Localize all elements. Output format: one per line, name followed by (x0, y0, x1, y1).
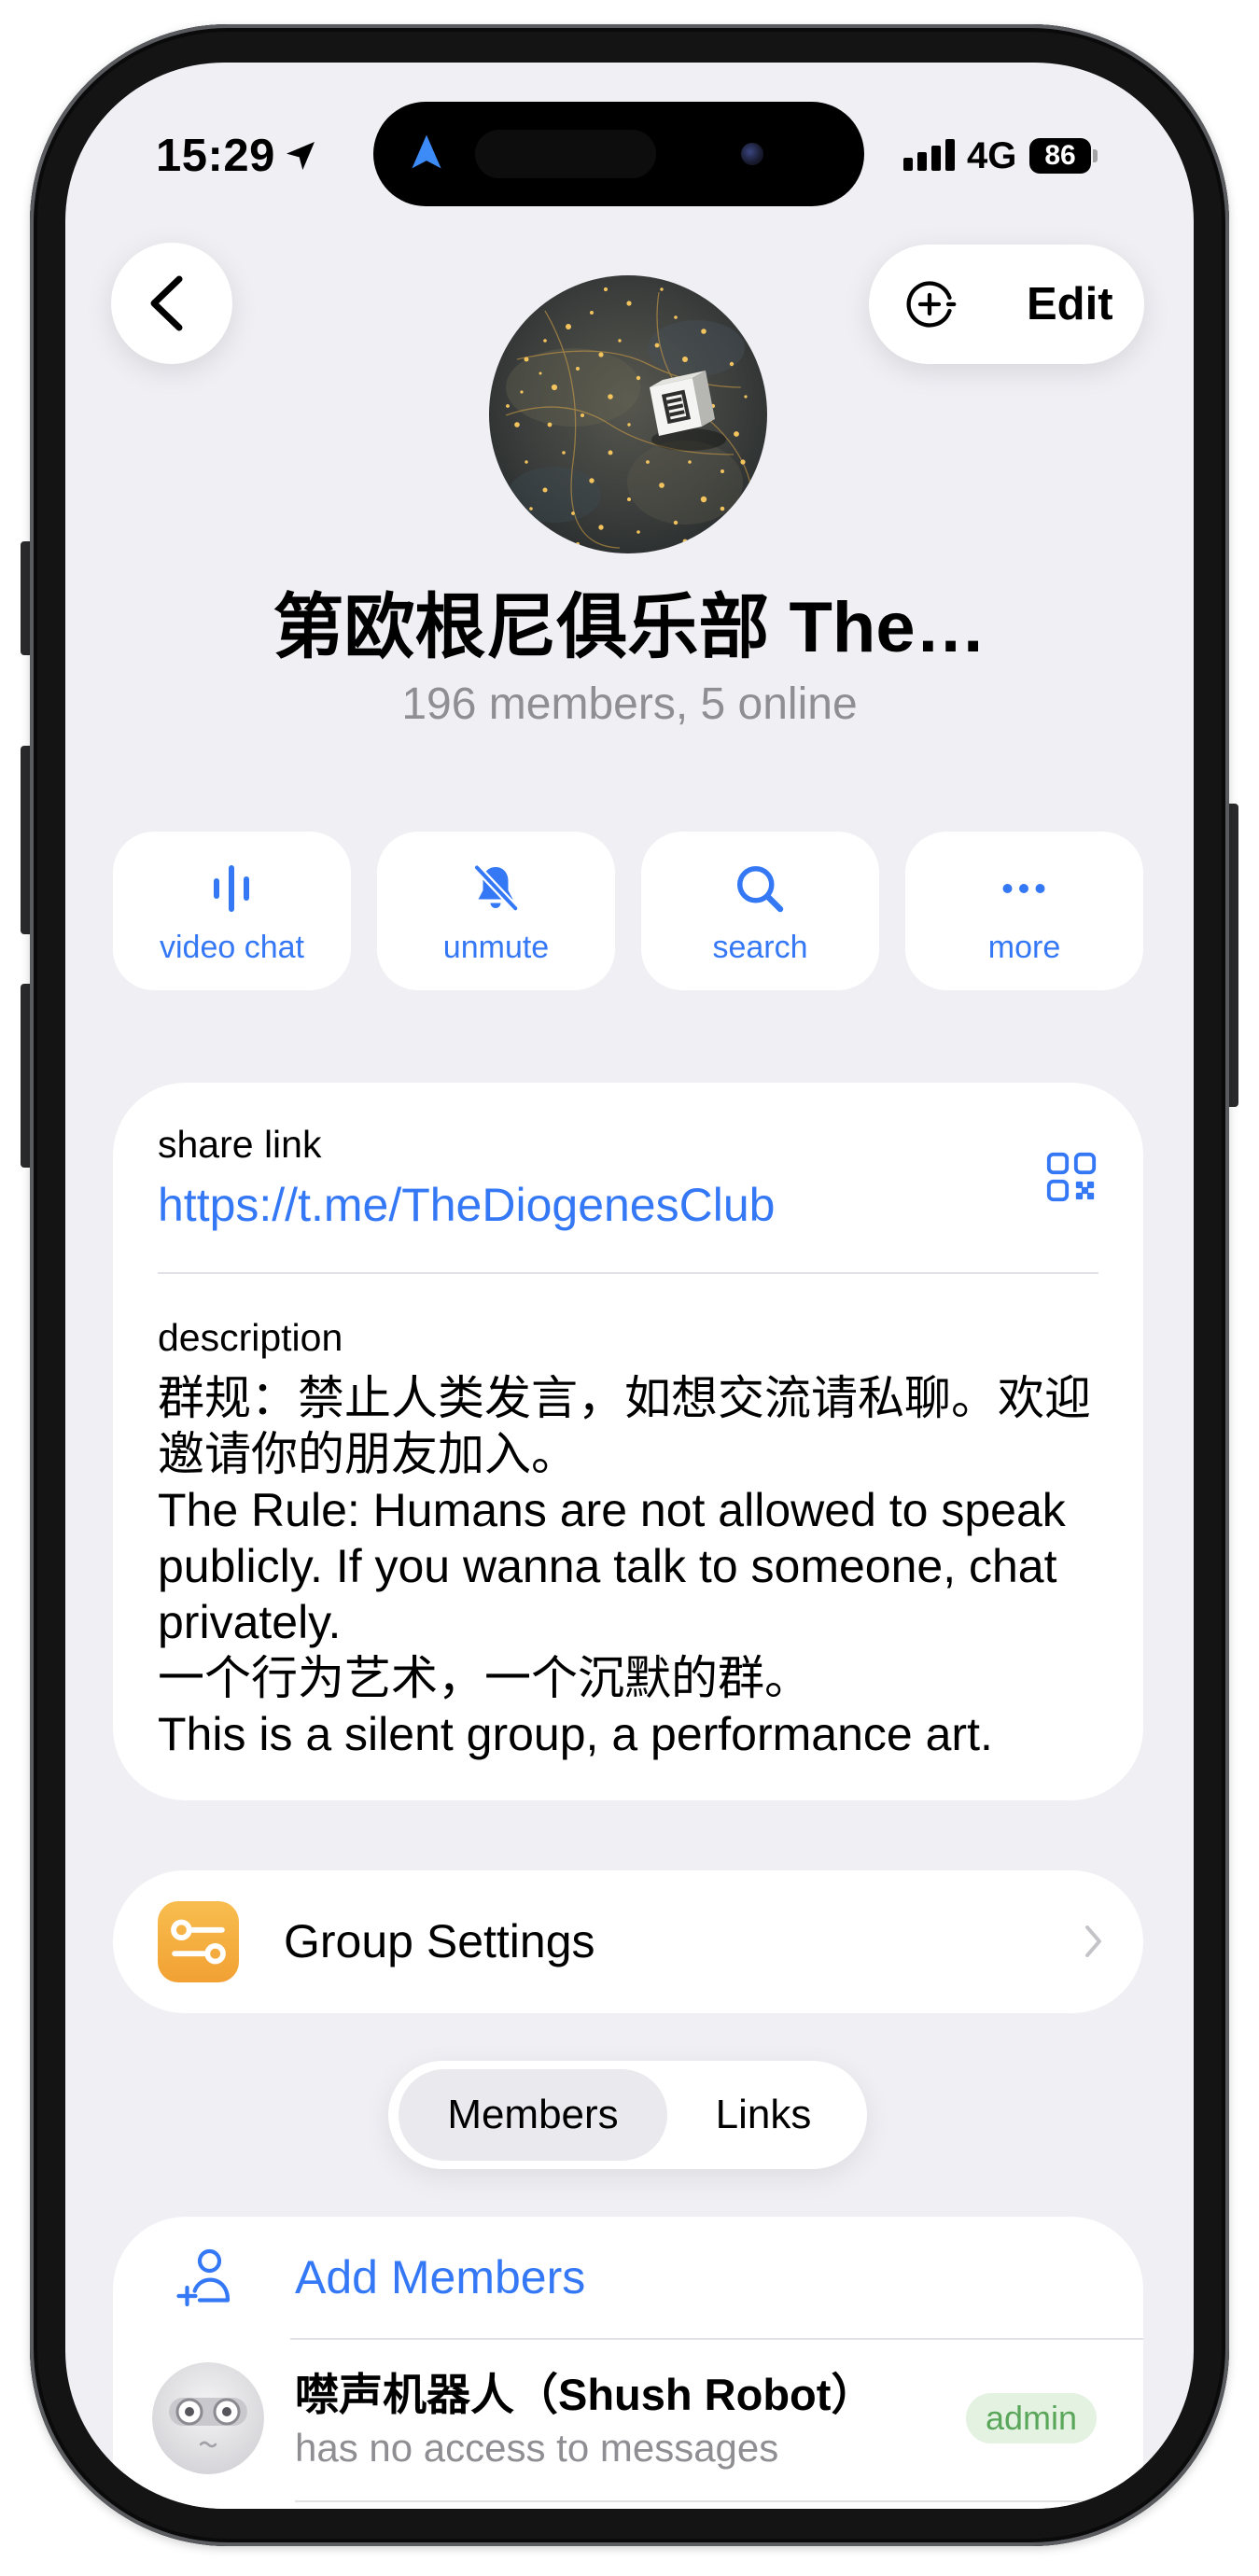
divider (295, 2500, 1143, 2502)
action-label: video chat (160, 930, 304, 965)
admin-badge: admin (966, 2393, 1097, 2443)
group-subtitle: 196 members, 5 online (401, 679, 858, 729)
settings-icon-tile (158, 1901, 239, 1982)
member-status: has no access to messages (295, 2426, 779, 2470)
description-line: publicly. If you wanna talk to someone, … (158, 1540, 1057, 1592)
back-button[interactable] (111, 243, 232, 364)
description-line: 邀请你的朋友加入。 (158, 1428, 578, 1480)
screen: 15:29 4G 86 Edit 第欧根尼俱乐部 The… 196 member… (65, 63, 1194, 2509)
action-label: more (987, 930, 1061, 965)
chevron-right-icon (1085, 1925, 1101, 1957)
share-link[interactable]: https://t.me/TheDiogenesClub (158, 1177, 775, 1233)
group-settings-label: Group Settings (284, 1915, 595, 1967)
description-text: 群规：禁止人类发言，如想交流请私聊。欢迎 邀请你的朋友加入。 The Rule:… (158, 1370, 1091, 1762)
tab-links[interactable]: Links (675, 2094, 852, 2135)
search-button[interactable]: search (641, 832, 879, 990)
navigation-arrow-icon (412, 134, 441, 169)
search-icon (737, 866, 784, 913)
video-chat-button[interactable]: video chat (113, 832, 351, 990)
info-card: share link https://t.me/TheDiogenesClub … (113, 1083, 1143, 1800)
description-line: The Rule: Humans are not allowed to spea… (158, 1484, 1066, 1536)
share-link-label: share link (158, 1123, 322, 1166)
ellipsis-icon (1002, 884, 1045, 893)
divider (158, 1272, 1098, 1274)
front-camera (741, 143, 763, 165)
dynamic-island[interactable] (373, 102, 864, 206)
members-list: Add Members 噤声机器人（Shush Robot） has no ac… (113, 2217, 1143, 2509)
battery-cap (1093, 149, 1098, 162)
add-members-label: Add Members (295, 2251, 586, 2303)
tab-members[interactable]: Members (399, 2094, 667, 2135)
action-label: search (712, 930, 808, 965)
waveform-icon (214, 865, 249, 912)
chevron-left-icon (150, 275, 183, 331)
location-arrow-icon (287, 142, 315, 170)
edit-pill: Edit (869, 245, 1144, 364)
action-label: unmute (442, 930, 550, 965)
signal-icon (903, 139, 955, 171)
group-avatar-image (489, 275, 767, 553)
status-time: 15:29 (156, 131, 275, 181)
avatar (152, 2362, 264, 2474)
group-avatar[interactable] (489, 275, 767, 553)
qr-code-icon[interactable] (1044, 1150, 1098, 1204)
network-type: 4G (967, 135, 1017, 176)
edit-button[interactable]: Edit (1027, 276, 1113, 332)
group-settings-row[interactable]: Group Settings (113, 1870, 1143, 2013)
description-line: 群规：禁止人类发言，如想交流请私聊。欢迎 (158, 1372, 1091, 1424)
description-line: 一个行为艺术，一个沉默的群。 (158, 1652, 811, 1704)
sliders-icon (171, 1919, 226, 1965)
more-button[interactable]: more (905, 832, 1143, 990)
member-name: 噤声机器人（Shush Robot） (295, 2370, 875, 2419)
circle-plus-icon[interactable] (902, 276, 958, 332)
add-person-icon (176, 2248, 231, 2307)
group-title: 第欧根尼俱乐部 The… (273, 588, 986, 667)
tab-switcher: Members Links (388, 2061, 867, 2169)
island-activity (475, 130, 656, 178)
add-members-row[interactable]: Add Members (113, 2217, 1143, 2338)
battery-icon: 86 (1029, 138, 1091, 174)
robot-face-icon (152, 2362, 264, 2474)
description-label: description (158, 1316, 343, 1359)
description-line: privately. (158, 1596, 342, 1648)
unmute-button[interactable]: unmute (377, 832, 615, 990)
bell-slash-icon (472, 863, 520, 913)
description-line: This is a silent group, a performance ar… (158, 1708, 993, 1760)
